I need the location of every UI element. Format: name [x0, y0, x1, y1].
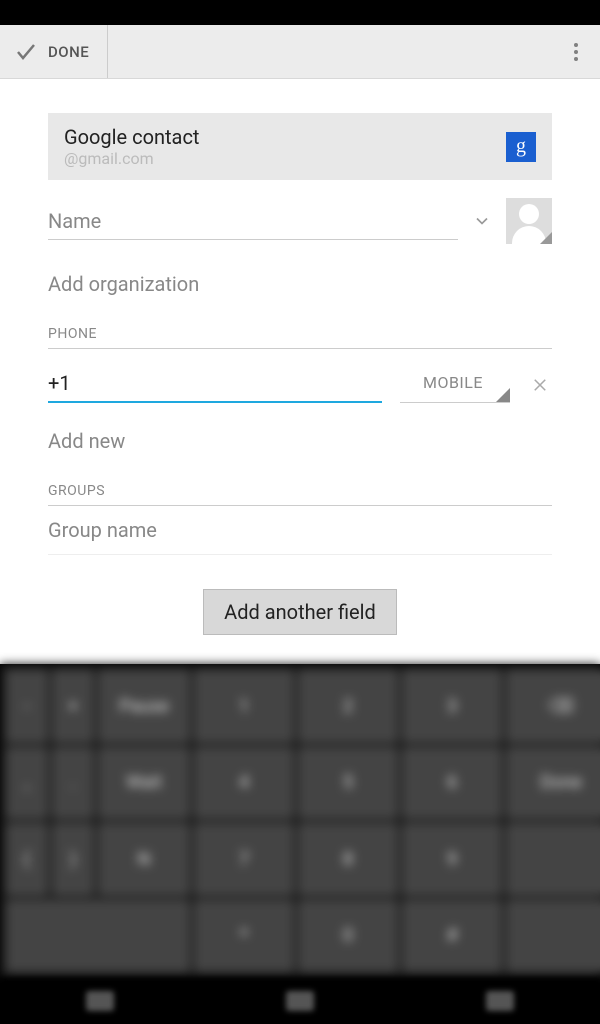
phone-number-input[interactable]	[48, 367, 382, 403]
action-bar: DONE	[0, 25, 600, 79]
done-label: DONE	[48, 43, 89, 61]
close-icon	[531, 376, 549, 394]
check-icon	[14, 40, 38, 64]
add-new-phone-button[interactable]: Add new	[48, 429, 552, 453]
group-name-input[interactable]	[48, 506, 552, 554]
contact-form: Google contact @gmail.com g Add organiza…	[0, 79, 600, 664]
account-type-label: Google contact	[64, 125, 506, 149]
delete-phone-button[interactable]	[528, 373, 552, 397]
done-button[interactable]: DONE	[0, 25, 108, 78]
phone-type-spinner[interactable]: MOBILE	[400, 367, 510, 403]
account-card[interactable]: Google contact @gmail.com g	[48, 113, 552, 180]
add-another-field-button[interactable]: Add another field	[203, 589, 397, 635]
account-email: @gmail.com	[64, 149, 506, 168]
add-organization-button[interactable]: Add organization	[48, 272, 552, 296]
phone-section-header: PHONE	[48, 326, 552, 349]
overflow-menu-button[interactable]	[552, 25, 600, 78]
contact-photo-button[interactable]	[506, 198, 552, 244]
google-icon: g	[506, 132, 536, 162]
back-icon[interactable]	[86, 991, 114, 1011]
dialpad-keyboard[interactable]: -+Pause123⌫ ,.Wait456Done ()N789 *0#	[0, 664, 600, 978]
spinner-triangle-icon	[496, 388, 510, 402]
recents-icon[interactable]	[486, 991, 514, 1011]
phone-type-label: MOBILE	[423, 373, 483, 392]
chevron-down-icon[interactable]	[472, 211, 492, 231]
groups-section-header: GROUPS	[48, 483, 552, 506]
more-vert-icon	[574, 43, 578, 61]
name-input[interactable]	[48, 203, 458, 240]
system-nav-bar[interactable]	[0, 978, 600, 1024]
status-bar	[0, 0, 600, 25]
home-icon[interactable]	[286, 991, 314, 1011]
